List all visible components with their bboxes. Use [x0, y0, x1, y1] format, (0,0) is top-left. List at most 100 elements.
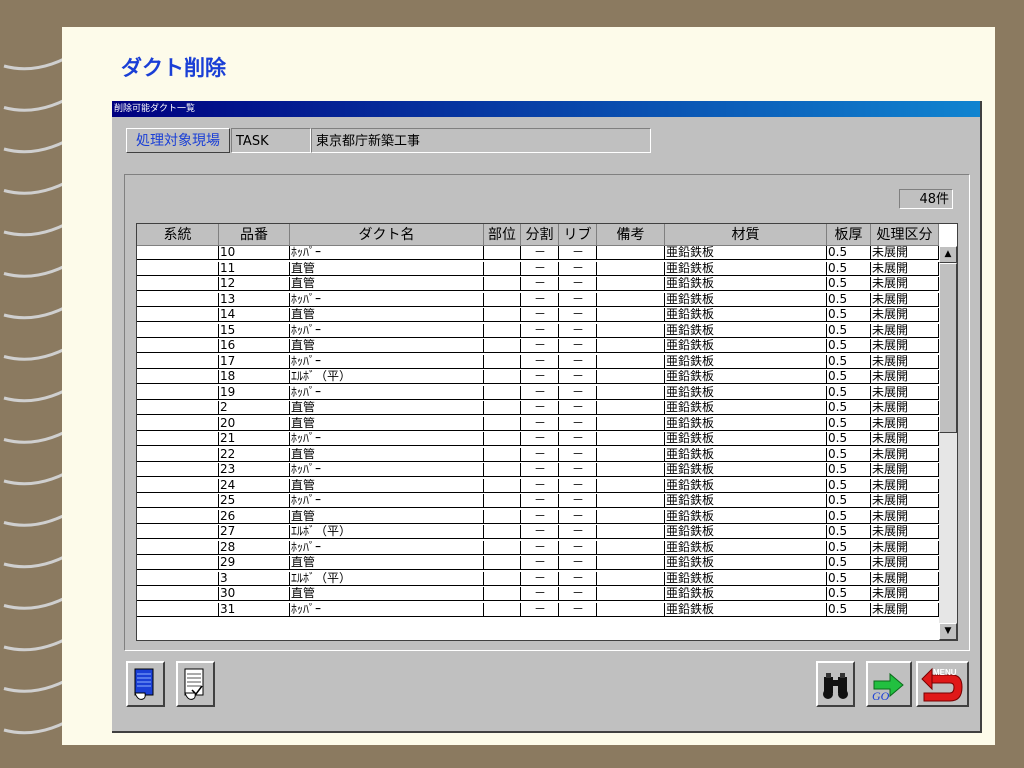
table-cell: － [559, 339, 597, 352]
table-row[interactable]: 22 直管 －－ 亜鉛鉄板 0.5 未展開 [137, 447, 939, 462]
table-cell [484, 447, 521, 461]
table-row[interactable]: 20 直管 －－ 亜鉛鉄板 0.5 未展開 [137, 416, 939, 431]
scroll-down-button[interactable]: ▼ [939, 623, 957, 640]
column-header[interactable]: リブ [559, 224, 597, 246]
scroll-thumb[interactable] [939, 263, 957, 433]
list-check-icon [184, 668, 204, 700]
table-cell [137, 463, 219, 476]
table-row[interactable]: 24 直管 －－ 亜鉛鉄板 0.5 未展開 [137, 478, 939, 493]
table-cell: 0.5 [827, 571, 871, 585]
column-header[interactable]: 備考 [597, 224, 665, 246]
table-row[interactable]: 15 ﾎｯﾊﾟｰ －－ 亜鉛鉄板 0.5 未展開 [137, 323, 939, 338]
table-row[interactable]: 17 ﾎｯﾊﾟｰ －－ 亜鉛鉄板 0.5 未展開 [137, 354, 939, 369]
table-cell: ﾎｯﾊﾟｰ [290, 292, 484, 306]
table-row[interactable]: 25 ﾎｯﾊﾟｰ －－ 亜鉛鉄板 0.5 未展開 [137, 494, 939, 508]
column-header[interactable]: 処理区分 [871, 224, 939, 246]
table-cell [597, 447, 665, 461]
table-cell: 直管 [290, 509, 484, 523]
column-header[interactable]: 品番 [219, 224, 290, 246]
table-cell: ｴﾙﾎﾞ（平） [290, 571, 484, 585]
table-row[interactable]: 30 直管 －－ 亜鉛鉄板 0.5 未展開 [137, 587, 939, 601]
table-row[interactable]: 19 ﾎｯﾊﾟｰ －－ 亜鉛鉄板 0.5 未展開 [137, 385, 939, 400]
search-button[interactable] [816, 661, 855, 707]
table-row[interactable]: 14 直管 －－ 亜鉛鉄板 0.5 未展開 [137, 308, 939, 322]
duct-table[interactable]: 系統 品番 ダクト名 部位 分割 リブ 備考 材質 板厚 処理区分 10 ﾎｯﾊﾟｰ－－亜鉛鉄板 0.… [136, 223, 958, 641]
menu-button[interactable]: MENU [916, 661, 969, 707]
table-row[interactable]: 26 直管 －－ 亜鉛鉄板 0.5 未展開 [137, 509, 939, 524]
column-header[interactable]: 部位 [484, 224, 521, 246]
table-cell: 0.5 [827, 447, 871, 461]
column-header[interactable]: 系統 [137, 224, 219, 246]
table-cell: 0.5 [827, 416, 871, 430]
go-button[interactable]: GO [866, 661, 912, 707]
table-cell: 未展開 [871, 540, 939, 554]
table-row[interactable]: 28 ﾎｯﾊﾟｰ －－ 亜鉛鉄板 0.5 未展開 [137, 540, 939, 555]
table-cell: 15 [219, 323, 290, 337]
table-cell: － [559, 478, 597, 492]
table-row[interactable]: 27 ｴﾙﾎﾞ（平） －－ 亜鉛鉄板 0.5 未展開 [137, 525, 939, 539]
table-row[interactable]: 29 直管 －－ 亜鉛鉄板 0.5 未展開 [137, 556, 939, 570]
table-cell: ﾎｯﾊﾟｰ [290, 540, 484, 554]
table-cell: － [559, 385, 597, 399]
table-cell [597, 602, 665, 616]
table-row[interactable]: 10 ﾎｯﾊﾟｰ －－ 亜鉛鉄板 0.5 未展開 [137, 246, 939, 260]
table-cell: ﾎｯﾊﾟｰ [290, 323, 484, 337]
vertical-scrollbar[interactable]: ▲ ▼ [939, 246, 957, 640]
table-row[interactable]: 2 直管 －－ 亜鉛鉄板 0.5 未展開 [137, 401, 939, 415]
table-cell [137, 602, 219, 616]
table-row[interactable]: 3 ｴﾙﾎﾞ（平） －－ 亜鉛鉄板 0.5 未展開 [137, 571, 939, 586]
table-row[interactable]: 12 直管 －－ 亜鉛鉄板 0.5 未展開 [137, 277, 939, 291]
table-cell: 亜鉛鉄板 [665, 556, 827, 569]
table-cell [137, 246, 219, 259]
table-cell [137, 354, 219, 368]
table-cell: － [559, 261, 597, 275]
column-header[interactable]: 材質 [665, 224, 827, 246]
table-cell: 0.5 [827, 385, 871, 399]
table-row[interactable]: 16 直管 －－ 亜鉛鉄板 0.5 未展開 [137, 339, 939, 353]
table-cell [597, 556, 665, 569]
table-row[interactable]: 31 ﾎｯﾊﾟｰ －－ 亜鉛鉄板 0.5 未展開 [137, 602, 939, 617]
column-header[interactable]: ダクト名 [290, 224, 484, 246]
table-cell [597, 246, 665, 259]
table-cell [484, 540, 521, 554]
table-row[interactable]: 21 ﾎｯﾊﾟｰ －－ 亜鉛鉄板 0.5 未展開 [137, 432, 939, 446]
table-cell [484, 292, 521, 306]
table-cell: － [559, 292, 597, 306]
column-header[interactable]: 分割 [521, 224, 559, 246]
site-select-button[interactable]: 処理対象現場 [126, 128, 230, 153]
select-all-button[interactable] [126, 661, 165, 707]
table-cell: ﾎｯﾊﾟｰ [290, 494, 484, 507]
table-row[interactable]: 23 ﾎｯﾊﾟｰ －－ 亜鉛鉄板 0.5 未展開 [137, 463, 939, 477]
duct-list-window: 削除可能ダクト一覧 処理対象現場 TASK 東京都庁新築工事 48件 系統 品番ダ… [112, 101, 982, 733]
table-cell: ﾎｯﾊﾟｰ [290, 602, 484, 616]
table-cell: ｴﾙﾎﾞ（平） [290, 370, 484, 383]
table-cell: 0.5 [827, 246, 871, 259]
table-row[interactable]: 13 ﾎｯﾊﾟｰ －－ 亜鉛鉄板 0.5 未展開 [137, 292, 939, 307]
table-cell: 亜鉛鉄板 [665, 463, 827, 476]
table-cell: 14 [219, 308, 290, 321]
table-cell [484, 277, 521, 290]
scroll-up-button[interactable]: ▲ [939, 246, 957, 263]
table-cell [137, 370, 219, 383]
table-cell: 未展開 [871, 432, 939, 445]
table-cell: 亜鉛鉄板 [665, 308, 827, 321]
table-cell [484, 339, 521, 352]
table-row[interactable]: 18 ｴﾙﾎﾞ（平） －－ 亜鉛鉄板 0.5 未展開 [137, 370, 939, 384]
table-cell: ﾎｯﾊﾟｰ [290, 246, 484, 259]
table-cell: ﾎｯﾊﾟｰ [290, 354, 484, 368]
select-check-button[interactable] [176, 661, 215, 707]
table-cell [137, 432, 219, 445]
table-cell [597, 354, 665, 368]
record-count: 48件 [899, 189, 953, 209]
table-cell [137, 478, 219, 492]
table-row[interactable]: 11 直管 －－ 亜鉛鉄板 0.5 未展開 [137, 261, 939, 276]
table-cell: 0.5 [827, 308, 871, 321]
binoculars-icon [823, 673, 848, 699]
table-cell: 0.5 [827, 478, 871, 492]
table-cell [597, 277, 665, 290]
table-cell: － [521, 401, 559, 414]
table-cell: 亜鉛鉄板 [665, 602, 827, 616]
table-cell [484, 261, 521, 275]
column-header[interactable]: 板厚 [827, 224, 871, 246]
table-cell: 未展開 [871, 385, 939, 399]
